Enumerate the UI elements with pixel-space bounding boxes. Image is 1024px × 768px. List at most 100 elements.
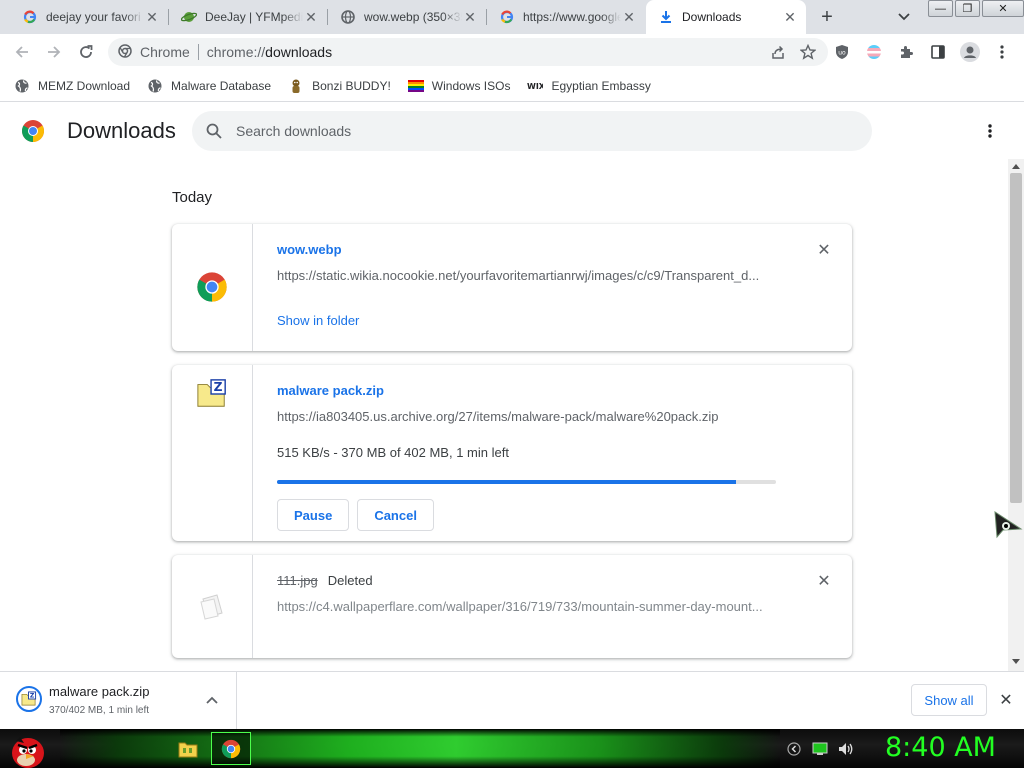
angry-bird-icon <box>12 737 44 768</box>
window-controls: — ❐ ✕ <box>926 0 1024 17</box>
mouse-cursor-icon <box>993 511 1023 542</box>
page-scrollbar[interactable] <box>1008 159 1024 671</box>
network-icon[interactable] <box>811 740 829 758</box>
chrome-logo-icon <box>21 119 45 146</box>
bookmark-label: Windows ISOs <box>431 78 511 93</box>
kebab-menu-icon <box>988 124 992 138</box>
tab-3[interactable]: wow.webp (350×350) ✕ <box>328 0 486 34</box>
date-heading: Today <box>172 189 213 206</box>
folder-icon <box>178 742 198 757</box>
side-panel-icon <box>931 45 945 59</box>
close-icon[interactable]: ✕ <box>462 9 478 25</box>
forward-arrow-icon <box>48 46 61 58</box>
download-shelf: Z malware pack.zip 370/402 MB, 1 min lef… <box>0 671 1024 729</box>
close-icon[interactable]: ✕ <box>998 692 1014 709</box>
taskbar-clock[interactable]: 8:40 AM <box>885 732 996 763</box>
file-url[interactable]: https://ia803405.us.archive.org/27/items… <box>277 409 776 424</box>
download-item: wow.webp https://static.wikia.nocookie.n… <box>172 224 852 351</box>
chevron-down-icon[interactable] <box>893 7 915 27</box>
file-url[interactable]: https://static.wikia.nocookie.net/yourfa… <box>277 268 776 283</box>
bookmark-malware-database[interactable]: Malware Database <box>147 78 271 94</box>
scrollbar-thumb[interactable] <box>1010 173 1022 503</box>
taskbar-explorer[interactable] <box>168 732 208 765</box>
share-icon[interactable] <box>766 40 790 64</box>
forward-button[interactable] <box>40 38 68 66</box>
close-icon[interactable]: ✕ <box>816 242 832 259</box>
close-icon[interactable]: ✕ <box>621 9 637 25</box>
tab-downloads[interactable]: Downloads ✕ <box>646 0 806 34</box>
show-all-button[interactable]: Show all <box>911 684 987 716</box>
close-icon[interactable]: ✕ <box>816 573 832 590</box>
svg-text:Z: Z <box>214 380 223 394</box>
zip-folder-icon: Z <box>196 378 228 410</box>
download-status: 515 KB/s - 370 MB of 402 MB, 1 min left <box>277 445 509 460</box>
extensions-button[interactable] <box>892 38 920 66</box>
taskbar-chrome[interactable] <box>211 732 251 765</box>
wix-icon: WIX <box>527 78 543 94</box>
svg-text:Z: Z <box>30 693 35 700</box>
search-downloads-input[interactable]: Search downloads <box>192 111 872 151</box>
shelf-download-item[interactable]: Z malware pack.zip 370/402 MB, 1 min lef… <box>0 672 237 729</box>
reload-icon <box>80 45 93 58</box>
tray-expand-icon[interactable] <box>785 740 803 758</box>
tab-4[interactable]: https://www.google. ✕ <box>487 0 645 34</box>
start-button[interactable] <box>6 729 48 768</box>
cancel-button[interactable]: Cancel <box>357 499 434 531</box>
minimize-button[interactable]: — <box>928 0 953 17</box>
profile-button[interactable] <box>956 38 984 66</box>
toolbar: Chrome chrome://downloads uo <box>0 34 1024 70</box>
avatar-icon <box>960 42 980 62</box>
deleted-label: Deleted <box>327 573 373 588</box>
reload-button[interactable] <box>72 38 100 66</box>
downloads-menu-button[interactable] <box>978 119 1002 143</box>
window-close-button[interactable]: ✕ <box>982 0 1024 17</box>
download-icon-column <box>172 555 253 658</box>
search-icon <box>206 123 222 139</box>
svg-text:uo: uo <box>838 50 846 57</box>
file-name-link[interactable]: malware pack.zip <box>277 383 776 398</box>
close-icon[interactable]: ✕ <box>144 9 160 25</box>
chrome-menu-button[interactable] <box>988 38 1016 66</box>
tab-title: Downloads <box>682 10 742 24</box>
tab-strip: deejay your favori ✕ DeeJay | YFMpedia ✕… <box>0 0 1024 34</box>
tab-2[interactable]: DeeJay | YFMpedia ✕ <box>169 0 327 34</box>
restore-button[interactable]: ❐ <box>955 0 980 17</box>
star-icon[interactable] <box>796 40 820 64</box>
bookmark-windows-isos[interactable]: Windows ISOs <box>407 78 511 94</box>
file-url[interactable]: https://c4.wallpaperflare.com/wallpaper/… <box>277 599 776 614</box>
volume-icon[interactable] <box>837 740 855 758</box>
file-name-link[interactable]: wow.webp <box>277 242 776 257</box>
back-button[interactable] <box>8 38 36 66</box>
system-tray <box>785 729 855 768</box>
bookmark-label: Egyptian Embassy <box>551 78 651 93</box>
chrome-icon <box>118 43 132 61</box>
download-actions: Pause Cancel <box>277 499 776 531</box>
site-chip[interactable]: Chrome <box>118 43 190 61</box>
address-bar[interactable]: Chrome chrome://downloads <box>108 38 828 66</box>
show-in-folder-link[interactable]: Show in folder <box>277 313 776 328</box>
ublock-extension[interactable]: uo <box>828 38 856 66</box>
close-icon[interactable]: ✕ <box>303 9 319 25</box>
tab-1[interactable]: deejay your favori ✕ <box>10 0 168 34</box>
bookmark-egyptian-embassy[interactable]: WIX Egyptian Embassy <box>527 78 650 94</box>
progress-fill <box>277 480 737 484</box>
side-panel-button[interactable] <box>924 38 952 66</box>
close-icon[interactable]: ✕ <box>782 9 798 25</box>
bookmark-bonzi-buddy[interactable]: Bonzi BUDDY! <box>288 78 391 94</box>
tab-title: https://www.google. <box>523 10 621 24</box>
chevron-up-icon[interactable] <box>204 692 220 708</box>
scroll-down-icon <box>1012 659 1020 664</box>
new-tab-button[interactable]: + <box>815 5 839 29</box>
back-arrow-icon <box>15 46 28 58</box>
chrome-icon <box>221 739 241 758</box>
pause-button[interactable]: Pause <box>277 499 350 531</box>
bookmark-memz[interactable]: MEMZ Download <box>14 78 130 94</box>
scroll-up-icon <box>1012 164 1020 169</box>
flag-extension[interactable] <box>860 38 888 66</box>
url-host: downloads <box>265 44 333 60</box>
page-title: Downloads <box>67 118 176 143</box>
bonzi-icon <box>288 78 304 94</box>
taskbar: 8:40 AM <box>0 729 1024 768</box>
url-text: chrome://downloads <box>207 44 332 60</box>
search-placeholder: Search downloads <box>236 123 352 139</box>
